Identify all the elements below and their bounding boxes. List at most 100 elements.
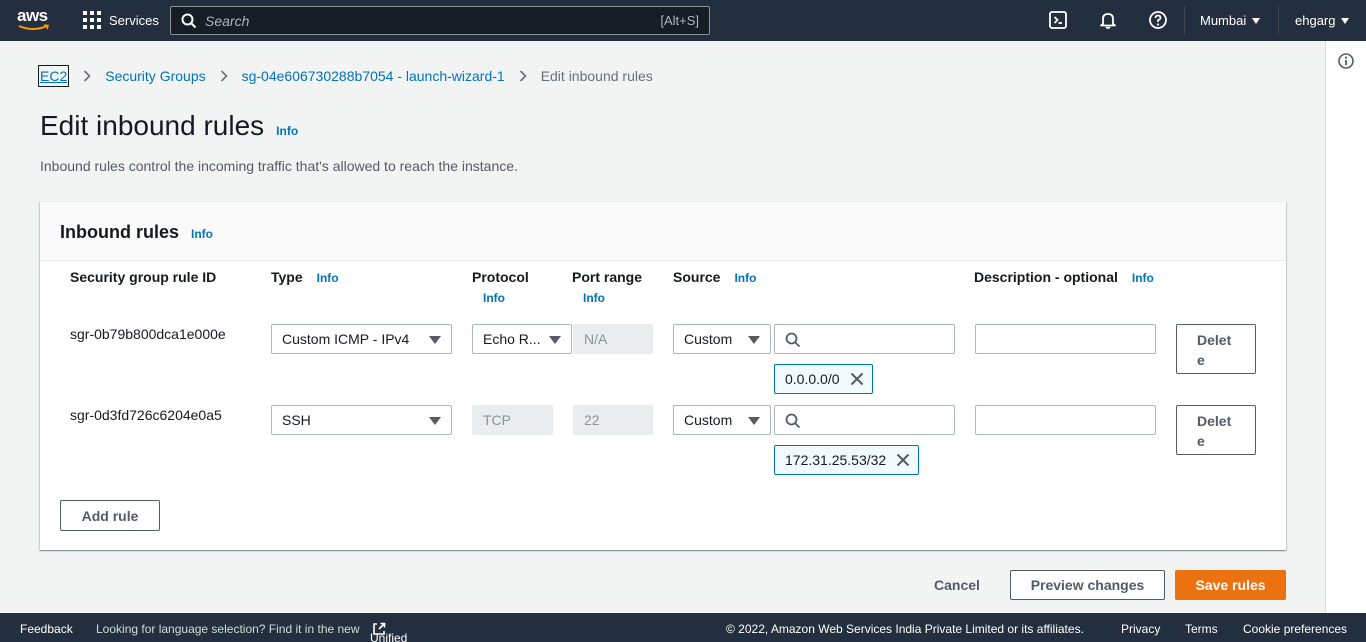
unified-settings-label: Unified Settings [370, 631, 408, 642]
terms-link[interactable]: Terms [1185, 622, 1218, 636]
source-type-select[interactable]: Custom [673, 405, 771, 435]
breadcrumb: EC2 Security Groups sg-04e606730288b7054… [38, 65, 653, 87]
bell-icon[interactable] [1098, 10, 1118, 30]
caret-down-icon [429, 336, 441, 344]
breadcrumb-security-groups[interactable]: Security Groups [105, 68, 205, 84]
col-rule-id: Security group rule ID [70, 269, 217, 285]
protocol-value: Echo R... [483, 331, 541, 347]
breadcrumb-ec2[interactable]: EC2 [38, 65, 70, 87]
chevron-right-icon [220, 70, 228, 82]
col-description-label: Description - optional [974, 269, 1118, 285]
delete-rule-button[interactable]: Delet e [1176, 324, 1256, 374]
breadcrumb-security-group[interactable]: sg-04e606730288b7054 - launch-wizard-1 [242, 68, 505, 84]
protocol-select[interactable]: Echo R... [472, 324, 572, 354]
col-source: Source Info [673, 269, 756, 285]
breadcrumb-current: Edit inbound rules [540, 68, 653, 84]
caret-down-icon [748, 417, 760, 425]
source-search-input[interactable] [774, 324, 955, 354]
panel-title: Inbound rules Info [60, 222, 213, 243]
page-title-text: Edit inbound rules [40, 110, 265, 141]
description-input[interactable] [975, 405, 1156, 435]
chevron-right-icon [519, 70, 527, 82]
caret-down-icon [429, 417, 441, 425]
source-token: 0.0.0.0/0 [774, 364, 873, 394]
col-protocol: Protocol [472, 269, 529, 285]
cancel-button[interactable]: Cancel [934, 577, 980, 593]
region-selector[interactable]: Mumbai [1200, 13, 1261, 28]
source-token-value: 172.31.25.53/32 [785, 452, 887, 468]
language-note: Looking for language selection? Find it … [96, 622, 360, 636]
caret-down-icon [1341, 17, 1350, 24]
caret-down-icon [748, 336, 760, 344]
caret-down-icon [549, 336, 561, 344]
port-range-field: 22 [573, 405, 653, 435]
source-type-value: Custom [684, 412, 733, 428]
panel-info-link[interactable]: Info [191, 227, 213, 241]
search-icon [181, 13, 197, 28]
user-label: ehgarg [1295, 13, 1336, 28]
preview-changes-button[interactable]: Preview changes [1010, 570, 1165, 600]
services-menu-button[interactable]: Services [83, 11, 159, 29]
col-port-range-info[interactable]: Info [583, 291, 605, 305]
col-type-label: Type [271, 269, 303, 285]
col-protocol-info[interactable]: Info [483, 291, 505, 305]
delete-label: Delet [1197, 332, 1232, 348]
panel-title-text: Inbound rules [60, 222, 179, 242]
help-icon[interactable] [1148, 10, 1168, 30]
col-port-range: Port range [572, 269, 643, 285]
col-type: Type Info [271, 269, 339, 285]
cookie-preferences-link[interactable]: Cookie preferences [1243, 622, 1347, 636]
inbound-rules-panel: Inbound rules Info Security group rule I… [40, 201, 1286, 550]
delete-rule-button[interactable]: Delet e [1176, 405, 1256, 455]
description-input[interactable] [975, 324, 1156, 354]
type-select[interactable]: SSH [271, 405, 452, 435]
col-source-info[interactable]: Info [734, 271, 756, 285]
source-type-select[interactable]: Custom [673, 324, 771, 354]
protocol-field: TCP [472, 405, 553, 435]
source-search-input[interactable] [774, 405, 955, 435]
search-icon [785, 413, 801, 429]
caret-down-icon [1252, 17, 1261, 24]
copyright: © 2022, Amazon Web Services India Privat… [726, 622, 1084, 636]
delete-label-wrap: e [1197, 433, 1205, 449]
aws-logo-text: aws [17, 6, 48, 25]
chevron-right-icon [84, 70, 91, 82]
search-shortcut: [Alt+S] [660, 13, 699, 28]
delete-label: Delet [1197, 413, 1232, 429]
page-info-link[interactable]: Info [276, 124, 298, 138]
delete-label-wrap: e [1197, 352, 1205, 368]
col-type-info[interactable]: Info [317, 271, 339, 285]
cloudshell-icon[interactable] [1048, 10, 1068, 30]
port-range-field: N/A [573, 324, 653, 354]
add-rule-button[interactable]: Add rule [60, 500, 160, 531]
user-menu[interactable]: ehgarg [1295, 13, 1350, 28]
panel-header: Inbound rules Info [40, 202, 1286, 261]
col-description-info[interactable]: Info [1132, 271, 1154, 285]
info-icon[interactable] [1338, 53, 1354, 69]
col-source-label: Source [673, 269, 721, 285]
help-panel-rail [1325, 41, 1366, 613]
aws-smile-icon [18, 24, 50, 30]
rule-id: sgr-0b79b800dca1e000e [70, 326, 226, 342]
aws-logo[interactable]: aws [17, 6, 51, 34]
remove-token-icon[interactable] [850, 372, 864, 386]
type-select[interactable]: Custom ICMP - IPv4 [271, 324, 452, 354]
search-input[interactable] [205, 12, 661, 29]
save-rules-button[interactable]: Save rules [1175, 570, 1286, 600]
remove-token-icon[interactable] [896, 453, 910, 467]
page-description: Inbound rules control the incoming traff… [40, 158, 518, 174]
feedback-link[interactable]: Feedback [20, 622, 73, 636]
source-token: 172.31.25.53/32 [774, 445, 920, 475]
global-search[interactable]: [Alt+S] [170, 6, 710, 35]
rule-id: sgr-0d3fd726c6204e0a5 [70, 407, 222, 423]
search-icon [785, 332, 801, 348]
privacy-link[interactable]: Privacy [1121, 622, 1160, 636]
unified-settings-link[interactable]: Unified Settings [370, 622, 407, 642]
type-value: SSH [282, 412, 311, 428]
source-token-value: 0.0.0.0/0 [785, 371, 840, 387]
top-navigation: aws Services [Alt+S] Mumbai [0, 0, 1366, 41]
nav-divider [1184, 6, 1185, 35]
port-range-value: N/A [584, 331, 608, 347]
port-range-value: 22 [584, 412, 600, 428]
services-label: Services [109, 12, 159, 28]
